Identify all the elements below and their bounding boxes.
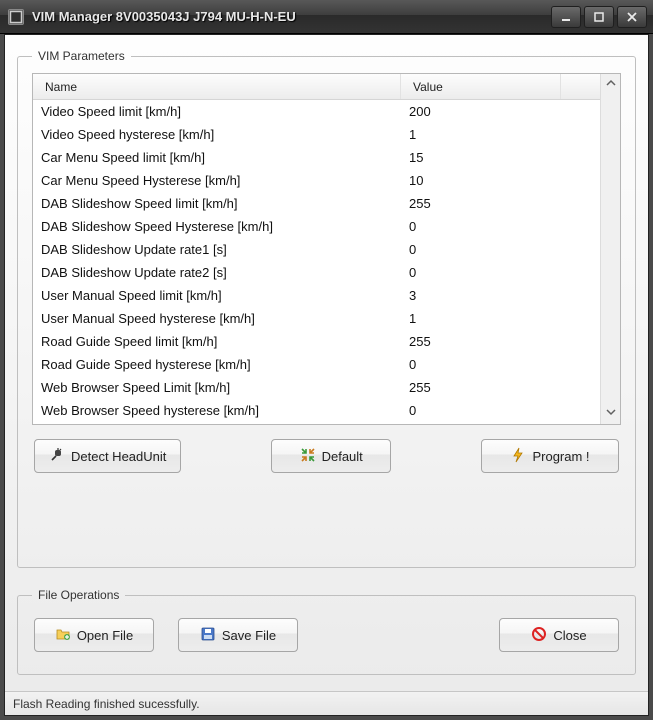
param-name: DAB Slideshow Update rate1 [s] (33, 242, 401, 257)
table-row[interactable]: Road Guide Speed hysterese [km/h]0 (33, 353, 600, 376)
window-title: VIM Manager 8V0035043J J794 MU-H-N-EU (32, 9, 543, 24)
program-button[interactable]: Program ! (481, 439, 619, 473)
param-value: 0 (401, 403, 561, 418)
file-operations-legend: File Operations (32, 588, 125, 602)
plug-icon (49, 447, 65, 466)
table-row[interactable]: Video Speed limit [km/h]200 (33, 100, 600, 123)
app-icon (8, 9, 24, 25)
folder-open-icon (55, 626, 71, 645)
table-row[interactable]: User Manual Speed hysterese [km/h]1 (33, 307, 600, 330)
window-controls (551, 6, 647, 28)
param-value: 0 (401, 357, 561, 372)
param-value: 0 (401, 219, 561, 234)
listview-header: Name Value (33, 74, 600, 100)
table-row[interactable]: DAB Slideshow Speed limit [km/h]255 (33, 192, 600, 215)
close-button-label: Close (553, 628, 586, 643)
param-name: DAB Slideshow Speed limit [km/h] (33, 196, 401, 211)
param-value: 0 (401, 242, 561, 257)
save-file-label: Save File (222, 628, 276, 643)
table-row[interactable]: Video Speed hysterese [km/h]1 (33, 123, 600, 146)
column-value-label: Value (413, 80, 443, 94)
default-button[interactable]: Default (271, 439, 391, 473)
param-name: User Manual Speed hysterese [km/h] (33, 311, 401, 326)
param-value: 1 (401, 311, 561, 326)
param-value: 255 (401, 380, 561, 395)
window-titlebar: VIM Manager 8V0035043J J794 MU-H-N-EU (0, 0, 653, 34)
param-value: 200 (401, 104, 561, 119)
program-button-label: Program ! (532, 449, 589, 464)
column-name-label: Name (45, 80, 77, 94)
column-header-name[interactable]: Name (33, 74, 401, 99)
open-file-label: Open File (77, 628, 133, 643)
param-name: DAB Slideshow Update rate2 [s] (33, 265, 401, 280)
open-file-button[interactable]: Open File (34, 618, 154, 652)
default-button-label: Default (322, 449, 363, 464)
param-name: Car Menu Speed limit [km/h] (33, 150, 401, 165)
scroll-down-icon[interactable] (606, 407, 616, 420)
param-name: Video Speed hysterese [km/h] (33, 127, 401, 142)
table-row[interactable]: User Manual Speed limit [km/h]3 (33, 284, 600, 307)
detect-button-label: Detect HeadUnit (71, 449, 166, 464)
status-bar: Flash Reading finished sucessfully. (5, 691, 648, 715)
vim-parameters-legend: VIM Parameters (32, 49, 131, 63)
table-row[interactable]: Web Browser Speed hysterese [km/h]0 (33, 399, 600, 422)
table-row[interactable]: DAB Slideshow Update rate2 [s]0 (33, 261, 600, 284)
param-value: 3 (401, 288, 561, 303)
table-row[interactable]: Web Browser Speed Limit [km/h]255 (33, 376, 600, 399)
lightning-icon (510, 447, 526, 466)
table-row[interactable]: Car Menu Speed limit [km/h]15 (33, 146, 600, 169)
maximize-button[interactable] (584, 6, 614, 28)
vim-parameters-group: VIM Parameters Name (17, 49, 636, 568)
close-button[interactable]: Close (499, 618, 619, 652)
detect-headunit-button[interactable]: Detect HeadUnit (34, 439, 181, 473)
no-entry-icon (531, 626, 547, 645)
param-name: Car Menu Speed Hysterese [km/h] (33, 173, 401, 188)
param-name: Road Guide Speed hysterese [km/h] (33, 357, 401, 372)
param-value: 0 (401, 265, 561, 280)
param-name: Web Browser Speed hysterese [km/h] (33, 403, 401, 418)
close-window-button[interactable] (617, 6, 647, 28)
status-text: Flash Reading finished sucessfully. (13, 697, 200, 711)
table-row[interactable]: DAB Slideshow Speed Hysterese [km/h]0 (33, 215, 600, 238)
minimize-button[interactable] (551, 6, 581, 28)
floppy-disk-icon (200, 626, 216, 645)
arrows-in-icon (300, 447, 316, 466)
save-file-button[interactable]: Save File (178, 618, 298, 652)
listview-scrollbar[interactable] (600, 74, 620, 424)
param-value: 255 (401, 334, 561, 349)
table-row[interactable]: Car Menu Speed Hysterese [km/h]10 (33, 169, 600, 192)
table-row[interactable]: DAB Slideshow Update rate1 [s]0 (33, 238, 600, 261)
table-row[interactable]: Road Guide Speed limit [km/h]255 (33, 330, 600, 353)
param-value: 10 (401, 173, 561, 188)
param-name: Road Guide Speed limit [km/h] (33, 334, 401, 349)
client-area: VIM Parameters Name (4, 34, 649, 716)
file-operations-group: File Operations Open File Save File (17, 588, 636, 675)
param-name: Web Browser Speed Limit [km/h] (33, 380, 401, 395)
scroll-up-icon[interactable] (606, 78, 616, 91)
param-value: 255 (401, 196, 561, 211)
param-name: DAB Slideshow Speed Hysterese [km/h] (33, 219, 401, 234)
param-value: 15 (401, 150, 561, 165)
parameters-listview[interactable]: Name Value Video Speed limit [km/h]200Vi… (32, 73, 621, 425)
listview-body: Video Speed limit [km/h]200Video Speed h… (33, 100, 600, 424)
param-value: 1 (401, 127, 561, 142)
column-header-value[interactable]: Value (401, 74, 561, 99)
param-name: Video Speed limit [km/h] (33, 104, 401, 119)
param-name: User Manual Speed limit [km/h] (33, 288, 401, 303)
